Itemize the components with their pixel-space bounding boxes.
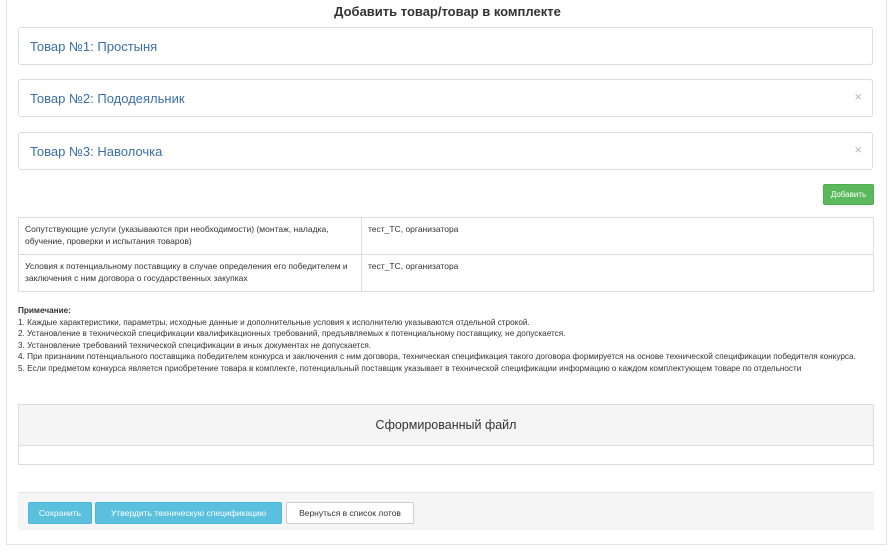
footer-actions: Сохранить Утвердить техническую специфик… [18,492,874,530]
back-to-lots-button[interactable]: Вернуться в список лотов [286,502,414,524]
generated-file-panel: Сформированный файл [18,404,874,465]
close-icon[interactable]: × [854,142,862,157]
add-product-button[interactable]: Добавить [823,184,874,205]
info-table: Сопутствующие услуги (указываются при не… [18,217,874,292]
product-title-link[interactable]: Товар №1: Простыня [30,39,157,54]
note-item: 3. Установление требований технической с… [18,340,372,350]
table-row: Условия к потенциальному поставщику в сл… [18,254,874,292]
generated-file-heading: Сформированный файл [19,405,873,446]
row-value-cell: тест_ТС, организатора [361,254,874,292]
notes-heading: Примечание: [18,306,71,315]
product-panel-2[interactable]: Товар №2: Пододеяльник × [18,79,873,117]
product-panel-3[interactable]: Товар №3: Наволочка × [18,132,873,170]
note-item: 2. Установление в технической спецификац… [18,329,566,339]
close-icon[interactable]: × [854,89,862,104]
approve-spec-button[interactable]: Утвердить техническую спецификацию [95,502,282,524]
notes-block: Примечание: 1. Каждые характеристики, па… [18,305,878,375]
page-title: Добавить товар/товар в комплекте [334,4,561,19]
row-name-cell: Сопутствующие услуги (указываются при не… [18,217,362,255]
row-value-cell: тест_ТС, организатора [361,217,874,255]
row-name-cell: Условия к потенциальному поставщику в сл… [18,254,362,292]
save-button[interactable]: Сохранить [28,502,92,524]
note-item: 1. Каждые характеристики, параметры, исх… [18,317,530,327]
note-item: 4. При признании потенциального поставщи… [18,352,856,362]
product-title-link[interactable]: Товар №2: Пододеяльник [30,91,185,106]
product-title-link[interactable]: Товар №3: Наволочка [30,144,162,159]
note-item: 5. Если предметом конкурса является прио… [18,363,802,373]
table-row: Сопутствующие услуги (указываются при не… [18,217,874,255]
product-panel-1[interactable]: Товар №1: Простыня [18,27,873,65]
